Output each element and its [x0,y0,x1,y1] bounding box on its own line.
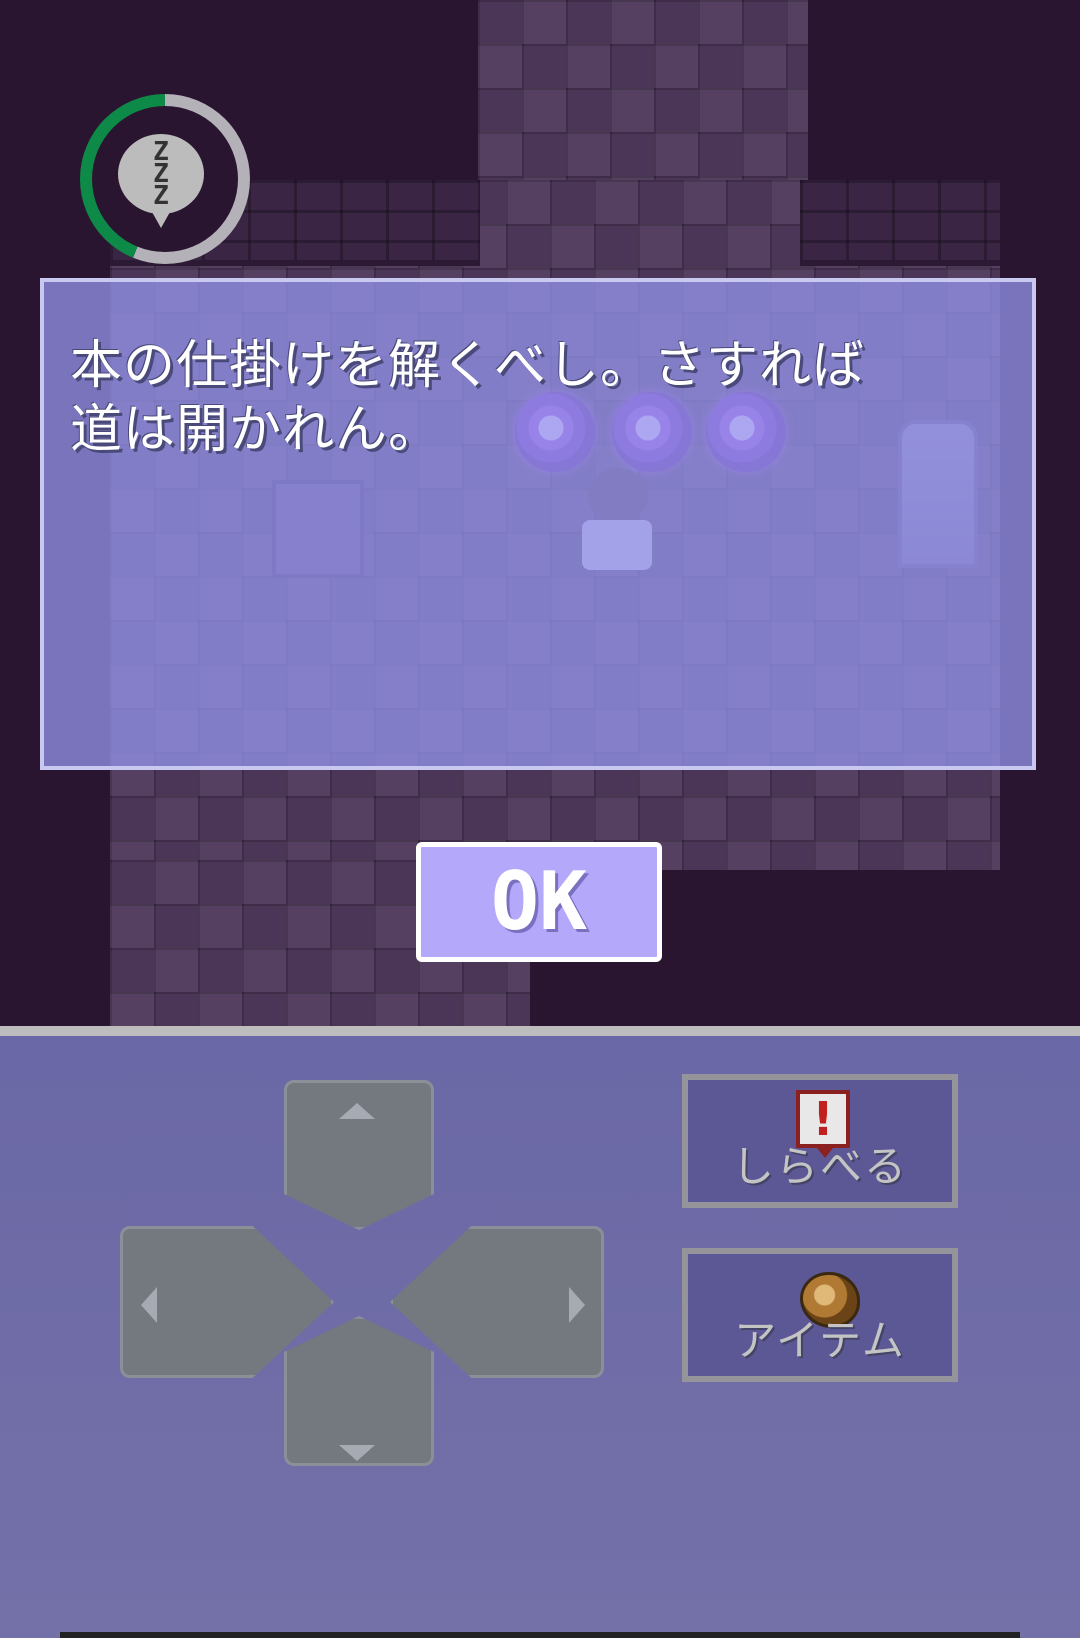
arrow-up-icon [339,1103,375,1119]
dpad-up-button[interactable] [284,1080,434,1230]
sleep-icon-text: Z Z Z [153,137,169,211]
sleep-gauge: Z Z Z [80,94,250,264]
arrow-down-icon [339,1445,375,1461]
sleep-zzz-icon: Z Z Z [118,134,204,228]
item-button[interactable]: アイテム [682,1248,958,1382]
arrow-left-icon [141,1287,157,1323]
message-window: 本の仕掛けを解くべし。さすれば 道は開かれん。 [40,278,1036,770]
bottom-edge-bar [60,1632,1020,1638]
ok-button[interactable]: OK [416,842,662,962]
arrow-right-icon [569,1287,585,1323]
investigate-button[interactable]: ! しらべる [682,1074,958,1208]
map-wall-right [800,180,1000,266]
controller-panel: ! しらべる アイテム [0,1026,1080,1638]
message-text: 本の仕掛けを解くべし。さすれば 道は開かれん。 [70,336,866,460]
item-label: アイテム [734,1316,906,1365]
investigate-label: しらべる [731,1142,908,1191]
dpad-down-button[interactable] [284,1316,434,1466]
